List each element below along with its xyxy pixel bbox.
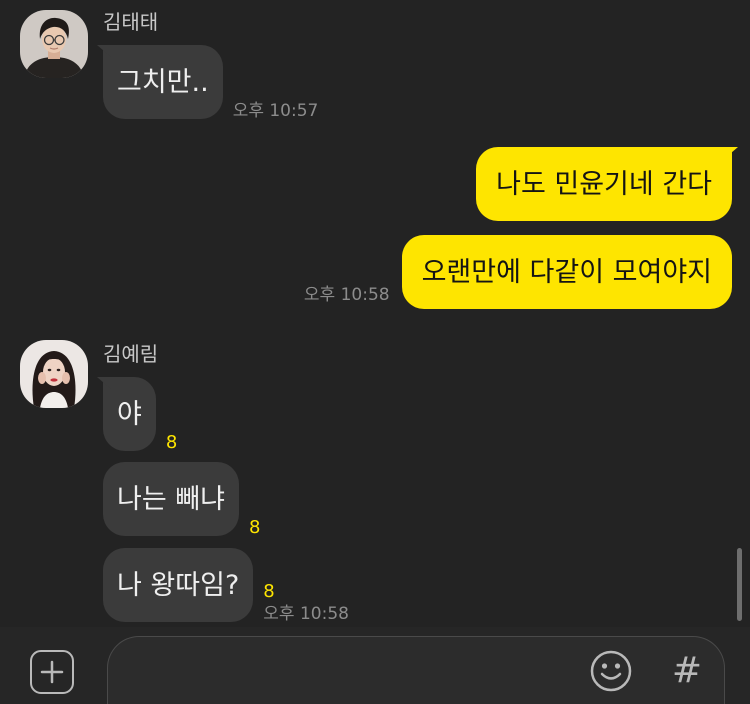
message-timestamp: 오후 10:58: [303, 285, 390, 305]
message-bubble[interactable]: 오랜만에 다같이 모여야지: [401, 235, 732, 309]
add-attachment-button[interactable]: [30, 650, 74, 694]
message-text: 나도 민윤기네 간다: [496, 168, 712, 200]
message-text: 나는 빼냐: [117, 483, 225, 515]
emoji-button[interactable]: [589, 649, 633, 693]
smiley-icon: [590, 650, 632, 692]
message-meta: 8 오후 10:58: [263, 581, 349, 625]
message-text: 야: [117, 398, 142, 430]
sender-name: 김예림: [103, 342, 159, 366]
message-input-field[interactable]: #: [107, 636, 725, 704]
profile-photo-icon: [20, 340, 88, 408]
message-composer: #: [0, 627, 750, 704]
message-timestamp: 오후 10:57: [232, 101, 319, 121]
message-text: 오랜만에 다같이 모여야지: [421, 256, 712, 288]
scrollbar-thumb[interactable]: [737, 548, 742, 621]
unread-count: 8: [248, 517, 261, 538]
hash-icon[interactable]: #: [665, 649, 709, 693]
message-bubble[interactable]: 나도 민윤기네 간다: [476, 147, 732, 221]
message-row: 오후 10:58 오랜만에 다같이 모여야지: [304, 235, 732, 309]
sender-name: 김태태: [103, 10, 159, 34]
unread-count: 8: [165, 432, 178, 453]
avatar[interactable]: [20, 10, 88, 78]
message-row: 그치만.. 오후 10:57: [103, 45, 319, 122]
message-row: 나는 빼냐 8: [103, 462, 260, 539]
message-meta: 오후 10:58: [304, 284, 390, 306]
plus-icon: [40, 660, 64, 684]
message-row: 나도 민윤기네 간다: [476, 147, 732, 221]
message-bubble[interactable]: 나는 빼냐: [103, 462, 239, 536]
message-timestamp: 오후 10:58: [263, 604, 349, 624]
message-bubble[interactable]: 야: [103, 377, 156, 451]
message-meta: 오후 10:57: [233, 100, 319, 122]
message-bubble[interactable]: 나 왕따임?: [103, 548, 254, 622]
message-text: 나 왕따임?: [117, 569, 240, 601]
avatar[interactable]: [20, 340, 88, 408]
message-row: 나 왕따임? 8 오후 10:58: [103, 548, 349, 625]
message-input[interactable]: [132, 651, 576, 693]
message-row: 야 8: [103, 377, 177, 454]
profile-photo-icon: [20, 10, 88, 78]
chat-area[interactable]: 김태태 그치만.. 오후 10:57 나도 민윤기네 간다 오후 10:58 오…: [0, 0, 750, 627]
message-meta: 8: [166, 432, 177, 454]
message-meta: 8: [249, 517, 260, 539]
message-text: 그치만..: [117, 66, 209, 98]
unread-count: 8: [263, 581, 275, 602]
message-bubble[interactable]: 그치만..: [103, 45, 223, 119]
